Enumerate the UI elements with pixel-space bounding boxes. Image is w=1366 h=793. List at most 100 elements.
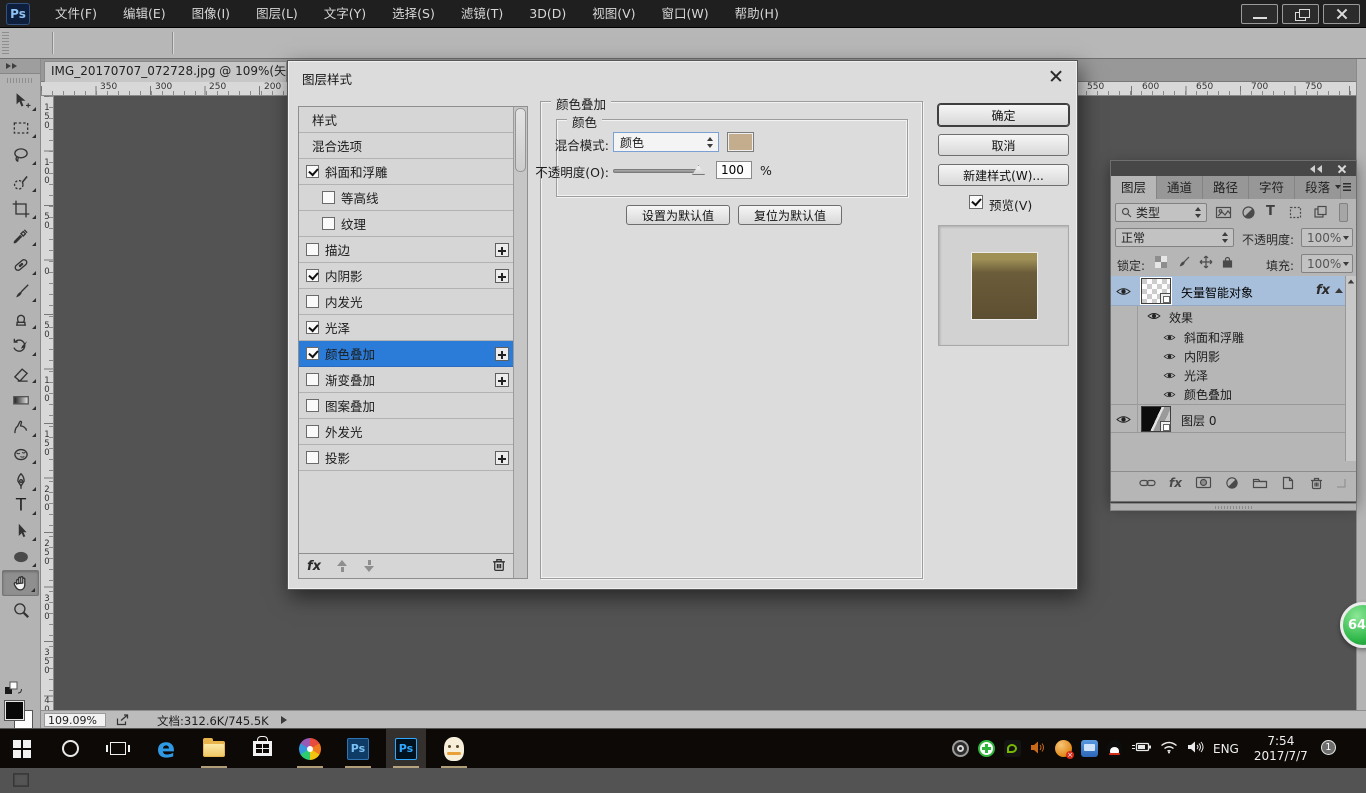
move-style-down-icon[interactable]	[364, 560, 375, 572]
scroll-up-icon[interactable]	[1348, 280, 1354, 284]
style-item-bevel-emboss[interactable]: 斜面和浮雕	[299, 159, 514, 185]
filter-smart-objects-icon[interactable]	[1313, 205, 1328, 223]
opacity-input[interactable]	[716, 161, 752, 179]
style-item-outer-glow[interactable]: 外发光	[299, 419, 514, 445]
opacity-slider[interactable]	[613, 169, 699, 173]
layer-row-layer0[interactable]: 图层 0	[1111, 404, 1356, 433]
style-checkbox[interactable]	[306, 295, 319, 308]
layer-row-smart-object[interactable]: 矢量智能对象 fx	[1111, 276, 1356, 306]
filter-pixel-layers-icon[interactable]	[1215, 205, 1232, 223]
smudge-tool[interactable]	[2, 414, 39, 440]
blend-mode-select[interactable]: 正常	[1115, 228, 1234, 247]
menu-type[interactable]: 文字(Y)	[311, 0, 379, 28]
lasso-tool[interactable]	[2, 142, 39, 168]
effect-row-bevel-emboss[interactable]: 斜面和浮雕	[1111, 328, 1345, 347]
add-layer-style-icon[interactable]: fx	[1169, 476, 1182, 490]
path-selection-tool[interactable]	[2, 518, 39, 544]
style-item-drop-shadow[interactable]: 投影	[299, 445, 514, 471]
style-checkbox[interactable]	[322, 217, 335, 230]
close-panel-icon[interactable]	[1336, 163, 1348, 175]
language-indicator[interactable]: ENG	[1213, 742, 1239, 756]
store-button[interactable]	[242, 729, 282, 768]
power-tray-icon[interactable]	[1131, 741, 1151, 756]
filter-toggle-switch[interactable]	[1339, 203, 1348, 222]
visibility-eye-icon[interactable]	[1116, 286, 1131, 300]
photoshop-taskbar-button[interactable]: Ps	[338, 729, 378, 768]
tab-character[interactable]: 字符	[1249, 176, 1295, 199]
marquee-tool[interactable]	[2, 115, 39, 141]
visibility-eye-icon[interactable]	[1163, 331, 1176, 345]
new-group-icon[interactable]	[1252, 476, 1268, 489]
style-checkbox[interactable]	[306, 451, 319, 464]
style-checkbox[interactable]	[306, 347, 319, 360]
collapse-panel-icon[interactable]	[1310, 165, 1324, 173]
style-item-contour[interactable]: 等高线	[299, 185, 514, 211]
blend-mode-select[interactable]: 颜色	[613, 132, 719, 152]
layers-scrollbar[interactable]	[1345, 276, 1356, 461]
messenger-taskbar-button[interactable]	[434, 729, 474, 768]
add-instance-icon[interactable]	[495, 451, 509, 465]
eraser-tool[interactable]	[2, 360, 39, 386]
menu-edit[interactable]: 编辑(E)	[110, 0, 179, 28]
start-button[interactable]	[2, 729, 42, 768]
legacy-volume-tray-icon[interactable]	[1030, 740, 1046, 758]
style-checkbox[interactable]	[306, 165, 319, 178]
eyedropper-tool[interactable]	[2, 223, 39, 249]
menu-select[interactable]: 选择(S)	[379, 0, 448, 28]
history-brush-tool[interactable]	[2, 333, 39, 359]
style-checkbox[interactable]	[306, 399, 319, 412]
gradient-tool[interactable]	[2, 387, 39, 413]
lock-pixels-icon[interactable]	[1177, 255, 1191, 272]
taskbar-clock[interactable]: 7:54 2017/7/7	[1248, 734, 1314, 764]
crop-tool[interactable]	[2, 196, 39, 222]
screen-mode-button[interactable]	[2, 767, 39, 793]
tab-channels[interactable]: 通道	[1157, 176, 1203, 199]
layer-name[interactable]: 矢量智能对象	[1181, 284, 1253, 301]
lock-position-icon[interactable]	[1199, 255, 1213, 272]
move-style-up-icon[interactable]	[337, 560, 348, 572]
nvidia-tray-icon[interactable]	[1004, 740, 1021, 757]
add-instance-icon[interactable]	[495, 243, 509, 257]
tray-app-icon[interactable]	[952, 740, 969, 757]
panel-drag-handle[interactable]	[1110, 503, 1357, 511]
visibility-eye-icon[interactable]	[1163, 369, 1176, 383]
overlay-color-swatch[interactable]	[727, 132, 754, 152]
ok-button[interactable]: 确定	[938, 104, 1069, 126]
volume-tray-icon[interactable]	[1187, 740, 1204, 757]
style-item-blending-options[interactable]: 混合选项	[299, 133, 514, 159]
effect-row-satin[interactable]: 光泽	[1111, 366, 1345, 385]
ellipse-shape-tool[interactable]	[2, 544, 39, 570]
options-grip[interactable]	[2, 32, 9, 54]
style-item-inner-glow[interactable]: 内发光	[299, 289, 514, 315]
menu-file[interactable]: 文件(F)	[42, 0, 110, 28]
lock-transparency-icon[interactable]	[1155, 256, 1167, 271]
qq-tray-icon[interactable]	[1107, 740, 1122, 758]
cancel-button[interactable]: 取消	[938, 134, 1069, 156]
fill-opacity-select[interactable]: 100%	[1301, 254, 1353, 273]
sponge-tool[interactable]	[2, 441, 39, 467]
visibility-eye-icon[interactable]	[1116, 414, 1131, 428]
clone-stamp-tool[interactable]	[2, 306, 39, 332]
edge-taskbar-button[interactable]: e	[146, 729, 186, 768]
menu-3d[interactable]: 3D(D)	[516, 0, 579, 28]
brush-tool[interactable]	[2, 279, 39, 305]
style-checkbox[interactable]	[306, 321, 319, 334]
export-icon[interactable]	[116, 714, 130, 729]
app-alert-tray-icon[interactable]: ×	[1055, 740, 1072, 757]
filter-adjustment-layers-icon[interactable]	[1241, 205, 1256, 223]
layer-name[interactable]: 图层 0	[1181, 412, 1216, 429]
add-layer-mask-icon[interactable]	[1195, 476, 1212, 489]
healing-brush-tool[interactable]	[2, 252, 39, 278]
layer-thumbnail[interactable]	[1141, 406, 1171, 432]
menu-view[interactable]: 视图(V)	[579, 0, 648, 28]
lock-all-icon[interactable]	[1221, 255, 1234, 272]
style-item-color-overlay[interactable]: 颜色叠加	[299, 341, 514, 367]
dialog-close-icon[interactable]	[1047, 67, 1065, 85]
visibility-eye-icon[interactable]	[1163, 388, 1176, 402]
toolbar-collapse-icon[interactable]	[0, 59, 40, 74]
add-instance-icon[interactable]	[495, 373, 509, 387]
layer-thumbnail[interactable]	[1141, 278, 1171, 304]
pc-manager-tray-icon[interactable]	[1081, 740, 1098, 757]
style-item-stroke[interactable]: 描边	[299, 237, 514, 263]
preview-checkbox[interactable]	[969, 195, 983, 209]
